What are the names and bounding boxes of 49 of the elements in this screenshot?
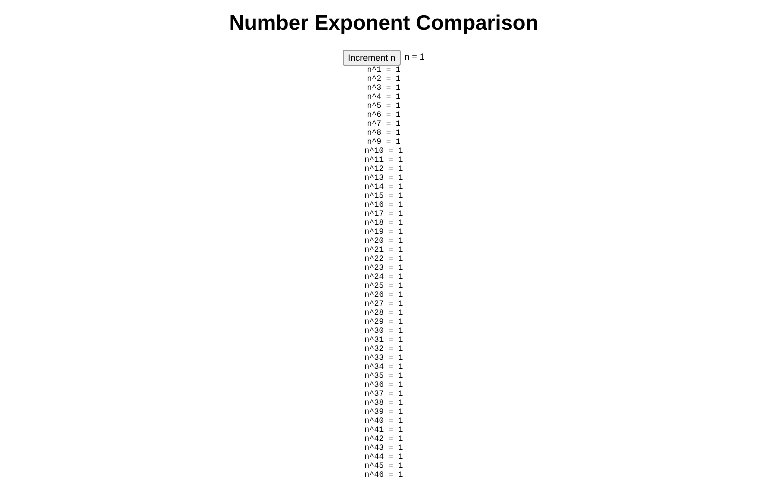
power-result-line: n^32 = 1 — [364, 345, 404, 354]
power-result-line: n^34 = 1 — [364, 363, 404, 372]
power-result-line: n^29 = 1 — [364, 318, 404, 327]
power-result-line: n^16 = 1 — [364, 201, 404, 210]
power-result-line: n^40 = 1 — [364, 417, 404, 426]
power-result-line: n^4 = 1 — [367, 93, 401, 102]
power-result-line: n^8 = 1 — [367, 129, 401, 138]
power-result-line: n^19 = 1 — [364, 228, 404, 237]
power-result-line: n^15 = 1 — [364, 192, 404, 201]
power-result-line: n^3 = 1 — [367, 84, 401, 93]
power-result-line: n^11 = 1 — [364, 156, 404, 165]
counter-text: n = 1 — [404, 51, 425, 64]
power-result-line: n^20 = 1 — [364, 237, 404, 246]
power-result-line: n^22 = 1 — [364, 255, 404, 264]
power-result-line: n^25 = 1 — [364, 282, 404, 291]
power-result-line: n^7 = 1 — [367, 120, 401, 129]
power-result-line: n^5 = 1 — [367, 102, 401, 111]
power-result-line: n^1 = 1 — [367, 66, 401, 75]
power-result-line: n^35 = 1 — [364, 372, 404, 381]
power-result-line: n^43 = 1 — [364, 444, 404, 453]
power-result-line: n^26 = 1 — [364, 291, 404, 300]
power-result-line: n^17 = 1 — [364, 210, 404, 219]
power-result-line: n^41 = 1 — [364, 426, 404, 435]
power-result-line: n^18 = 1 — [364, 219, 404, 228]
power-result-line: n^23 = 1 — [364, 264, 404, 273]
power-result-line: n^38 = 1 — [364, 399, 404, 408]
increment-button[interactable]: Increment n — [343, 50, 401, 66]
power-result-line: n^9 = 1 — [367, 138, 401, 147]
power-result-line: n^27 = 1 — [364, 300, 404, 309]
power-result-line: n^36 = 1 — [364, 381, 404, 390]
power-result-line: n^10 = 1 — [364, 147, 404, 156]
power-result-line: n^28 = 1 — [364, 309, 404, 318]
page-title: Number Exponent Comparison — [229, 12, 539, 36]
power-result-line: n^24 = 1 — [364, 273, 404, 282]
power-result-line: n^44 = 1 — [364, 453, 404, 462]
power-result-line: n^45 = 1 — [364, 462, 404, 471]
power-result-line: n^2 = 1 — [367, 75, 401, 84]
power-result-line: n^31 = 1 — [364, 336, 404, 345]
power-result-line: n^37 = 1 — [364, 390, 404, 399]
power-result-line: n^30 = 1 — [364, 327, 404, 336]
power-result-line: n^42 = 1 — [364, 435, 404, 444]
power-result-line: n^46 = 1 — [364, 471, 404, 480]
power-result-line: n^6 = 1 — [367, 111, 401, 120]
power-result-line: n^21 = 1 — [364, 246, 404, 255]
power-result-line: n^12 = 1 — [364, 165, 404, 174]
power-result-line: n^13 = 1 — [364, 174, 404, 183]
power-result-line: n^33 = 1 — [364, 354, 404, 363]
power-result-line: n^14 = 1 — [364, 183, 404, 192]
power-result-line: n^39 = 1 — [364, 408, 404, 417]
